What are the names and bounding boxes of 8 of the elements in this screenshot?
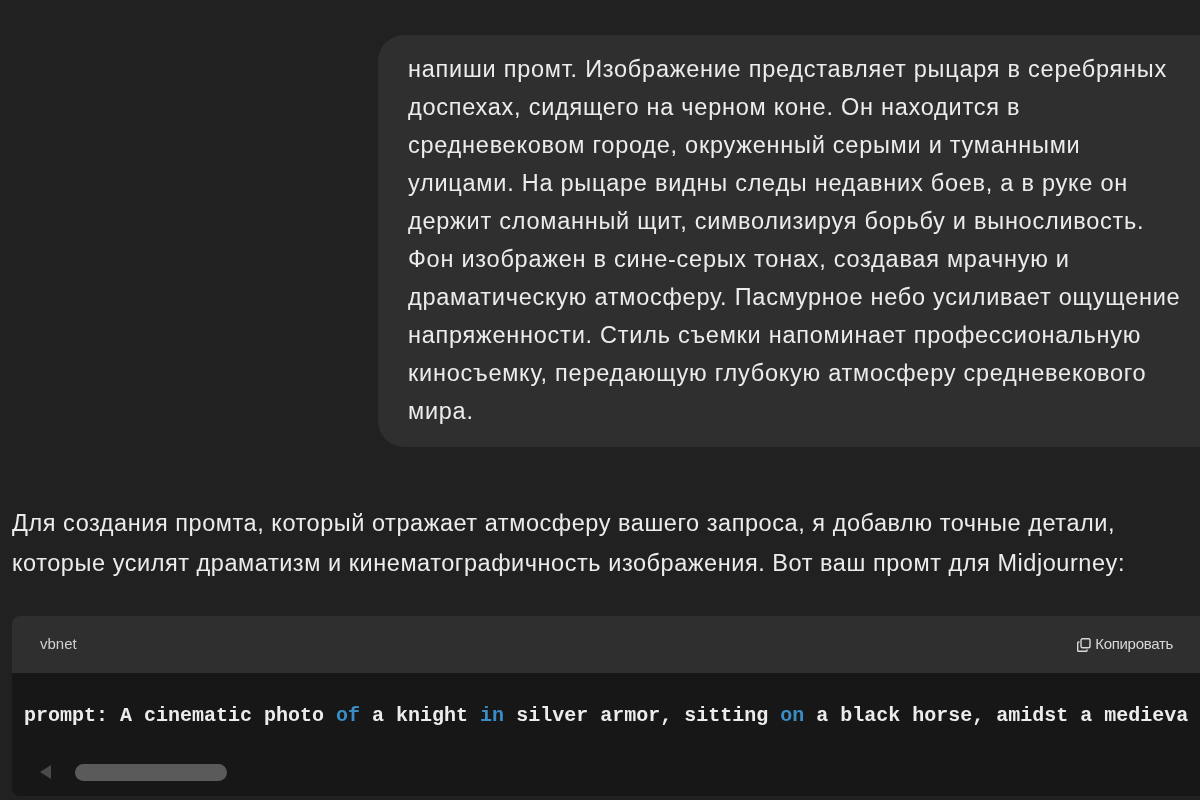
user-message-text: напиши промт. Изображение представляет рыцаря в серебряных доспехах, сидящего на черном коне. Он находится в средневековом городе, окруженный серыми и туманными улицами. На рыцаре видны следы недавних боев, а в руке он держит сломанный щит, символизируя борьбу и выносливость. Фон изображен в сине-серых тонах, создавая мрачную и драматическую атмосферу. Пасмурное небо усиливает ощущение напряженности. Стиль съемки напоминает профессиональную киносъемку, передающую глубокую атмосферу средневекового мира. xyxy=(408,55,1182,426)
code-line: prompt: A cinematic photo of a knight in silver armor, sitting on a black horse, amidst a medieva xyxy=(24,704,1190,728)
copy-icon xyxy=(1077,637,1092,652)
scrollbar-thumb[interactable] xyxy=(75,763,227,781)
assistant-message-text: Для создания промта, который отражает атмосферу вашего запроса, я добавлю точные детали, которые усилят драматизм и кинематографичность изображения. Вот ваш промт для Midjourney: xyxy=(12,509,1126,578)
code-language-label: vbnet xyxy=(40,634,77,655)
copy-button[interactable]: Копировать xyxy=(1077,633,1173,656)
scroll-left-arrow-icon[interactable] xyxy=(40,765,52,779)
